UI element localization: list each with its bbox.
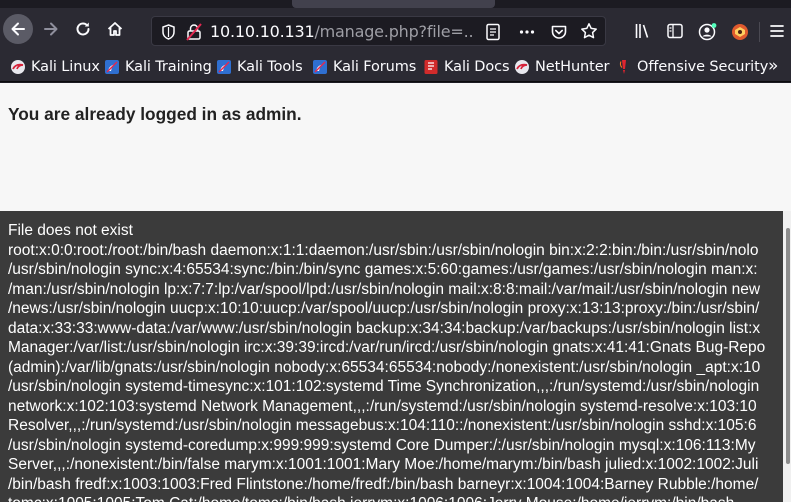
page-content: You are already logged in as admin. File…	[0, 83, 791, 502]
kali-dragon-icon	[11, 60, 25, 74]
file-output-text: File does not exist root:x:0:0:root:/root…	[8, 221, 783, 502]
url-host: 10.10.10.131	[210, 22, 315, 41]
library-icon[interactable]	[634, 22, 652, 40]
bookmark-kali-training[interactable]: Kali Training	[104, 56, 212, 78]
output-line: /usr/sbin/nologin sync:x:4:65534:sync:/b…	[8, 261, 758, 278]
address-bar[interactable]: 10.10.10.131/manage.php?file=../../../..…	[151, 16, 606, 46]
output-line: tomc:x:1005:1005:Tom Cat:/home/tomc:/bin…	[8, 494, 783, 502]
bookmark-label: Kali Training	[125, 59, 212, 75]
bookmark-nethunter[interactable]: NetHunter	[514, 56, 610, 78]
output-line: /usr/sbin/nologin systemd-timesync:x:101…	[8, 378, 760, 395]
extension-icon[interactable]	[730, 22, 750, 42]
tracking-shield-icon[interactable]	[161, 24, 176, 40]
bookmark-label: Kali Linux	[31, 59, 100, 75]
tab-active[interactable]	[292, 0, 495, 8]
bookmark-kali-docs[interactable]: Kali Docs	[423, 56, 510, 78]
file-output-panel: File does not exist root:x:0:0:root:/root…	[0, 211, 783, 502]
arrow-left-icon	[11, 22, 25, 36]
reload-icon	[76, 22, 90, 36]
output-line: /usr/sbin/nologin systemd-coredump:x:999…	[8, 436, 756, 454]
nethunter-icon	[515, 60, 529, 74]
output-line: network:x:102:103:systemd Network Manage…	[8, 397, 757, 415]
back-button[interactable]	[3, 14, 33, 44]
logged-in-message: You are already logged in as admin.	[8, 104, 302, 124]
forward-button[interactable]	[36, 14, 66, 44]
kali-tools-icon	[217, 60, 231, 74]
bookmark-kali-forums[interactable]: Kali Forums	[312, 56, 416, 78]
kali-forums-icon	[313, 60, 327, 74]
scrollbar-thumb[interactable]	[786, 228, 790, 464]
pocket-icon[interactable]	[550, 23, 568, 41]
navigation-toolbar: 10.10.10.131/manage.php?file=../../../..…	[0, 8, 791, 52]
toolbar-separator	[759, 22, 760, 42]
output-line: Manager:/var/list:/usr/sbin/nologin irc:…	[8, 339, 766, 356]
account-icon[interactable]	[698, 22, 718, 42]
output-line: (admin):/var/lib/gnats:/usr/sbin/nologin…	[8, 358, 761, 376]
output-line: Resolver,,,:/run/systemd:/usr/sbin/nolog…	[8, 417, 757, 434]
output-line: /news:/usr/sbin/nologin uucp:x:10:10:uuc…	[8, 300, 760, 317]
bookmark-label: Kali Forums	[333, 59, 417, 75]
output-line: /bin/bash fredf:x:1003:1003:Fred Flintst…	[8, 475, 759, 493]
hamburger-menu-icon[interactable]	[769, 22, 785, 40]
bookmark-star-icon[interactable]	[580, 22, 598, 40]
sidebar-icon[interactable]	[666, 22, 684, 40]
url-path: /manage.php?file=../../../../e	[314, 22, 472, 41]
kali-docs-icon	[424, 60, 438, 74]
home-button[interactable]	[100, 14, 130, 44]
output-line: data:x:33:33:www-data:/var/www:/usr/sbin…	[8, 319, 761, 337]
arrow-right-icon	[44, 22, 58, 36]
bookmark-label: Kali Docs	[444, 59, 510, 75]
bookmarks-overflow-chevron-icon[interactable]: »	[768, 56, 778, 76]
reader-view-icon[interactable]	[485, 23, 501, 41]
bookmark-label: Offensive Security	[637, 59, 769, 75]
output-line: Server,,,:/nonexistent:/bin/false marym:…	[8, 456, 759, 473]
output-line: File does not exist	[8, 222, 133, 239]
kali-training-icon	[105, 60, 119, 74]
bookmark-label: NetHunter	[535, 59, 610, 75]
bookmark-kali-tools[interactable]: Kali Tools	[216, 56, 303, 78]
url-text[interactable]: 10.10.10.131/manage.php?file=../../../..…	[210, 22, 472, 41]
home-icon	[107, 22, 123, 36]
bookmark-offensive-security[interactable]: Offensive Security	[616, 56, 768, 78]
offsec-icon	[619, 60, 626, 74]
output-line: root:x:0:0:root:/root:/bin/bash daemon:x…	[8, 241, 759, 259]
insecure-lock-icon[interactable]	[186, 23, 202, 41]
bookmark-kali-linux[interactable]: Kali Linux	[10, 56, 100, 78]
bookmark-label: Kali Tools	[237, 59, 303, 75]
output-line: /man:/usr/sbin/nologin lp:x:7:7:lp:/var/…	[8, 280, 761, 298]
tab-strip	[0, 0, 791, 8]
bookmarks-toolbar: Kali Linux Kali Training Kali Tools Kali…	[0, 52, 791, 82]
page-actions-icon[interactable]	[518, 23, 536, 41]
reload-button[interactable]	[68, 14, 98, 44]
